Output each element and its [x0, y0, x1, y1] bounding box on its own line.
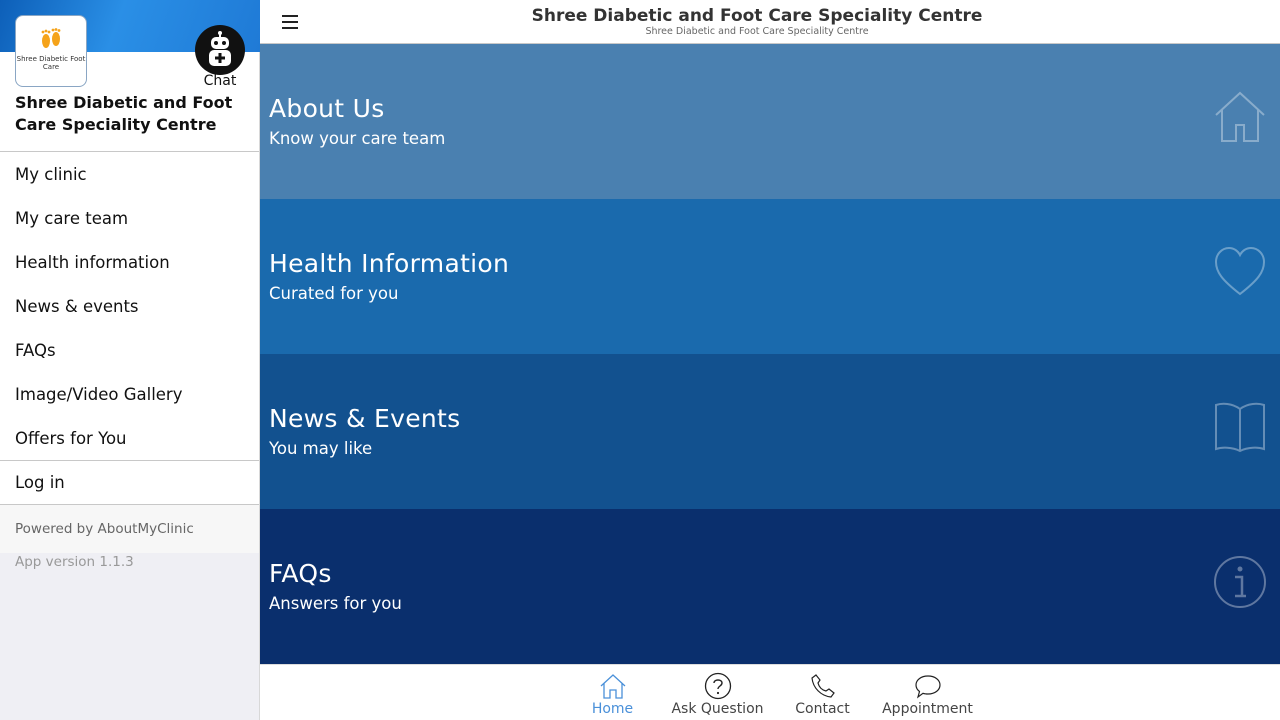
- tab-appointment[interactable]: Appointment: [875, 665, 980, 720]
- tile-subtitle: Know your care team: [269, 129, 446, 148]
- book-icon: [1215, 402, 1265, 453]
- tab-contact[interactable]: Contact: [770, 665, 875, 720]
- phone-icon: [810, 674, 835, 698]
- sidebar-item-faqs[interactable]: FAQs: [0, 328, 259, 372]
- sidebar-item-news-events[interactable]: News & events: [0, 284, 259, 328]
- tile-subtitle: Curated for you: [269, 284, 399, 303]
- tile-about-us[interactable]: About Us Know your care team: [260, 44, 1280, 199]
- tab-label: Contact: [795, 701, 850, 717]
- sidebar-item-my-care-team[interactable]: My care team: [0, 196, 259, 240]
- tile-subtitle: Answers for you: [269, 594, 402, 613]
- heart-icon: [1214, 246, 1266, 296]
- logo-text: Shree Diabetic Foot Care: [16, 54, 86, 71]
- clinic-name: Shree Diabetic and Foot Care Speciality …: [15, 93, 233, 134]
- chat-bubble-icon: [914, 675, 941, 699]
- tile-title: News & Events: [269, 404, 461, 433]
- tile-subtitle: You may like: [269, 439, 373, 458]
- app-version-text: App version 1.1.3: [15, 554, 134, 570]
- feet-icon: [38, 27, 64, 53]
- tile-faqs[interactable]: FAQs Answers for you: [260, 509, 1280, 664]
- bottom-tab-bar: Home Ask Question Contact Appointment: [260, 664, 1280, 720]
- tile-news-events[interactable]: News & Events You may like: [260, 354, 1280, 509]
- sidebar-header: Shree Diabetic Foot Care Chat Shree Diab…: [0, 0, 260, 152]
- page-title: Shree Diabetic and Foot Care Speciality …: [531, 6, 983, 26]
- tab-label: Ask Question: [671, 701, 764, 717]
- tab-home[interactable]: Home: [560, 665, 665, 720]
- tile-title: About Us: [269, 94, 385, 123]
- tab-label: Home: [591, 701, 634, 717]
- tile-health-information[interactable]: Health Information Curated for you: [260, 199, 1280, 354]
- powered-by-text: Powered by AboutMyClinic: [0, 505, 259, 553]
- robot-icon: [209, 31, 231, 66]
- home-icon: [1215, 91, 1265, 142]
- sidebar-item-my-clinic[interactable]: My clinic: [0, 152, 259, 196]
- top-header: Shree Diabetic and Foot Care Speciality …: [260, 0, 1280, 44]
- question-icon: [704, 672, 731, 700]
- tab-ask-question[interactable]: Ask Question: [665, 665, 770, 720]
- clinic-logo: Shree Diabetic Foot Care: [15, 15, 87, 87]
- sidebar-item-health-information[interactable]: Health information: [0, 240, 259, 284]
- home-icon: [600, 674, 625, 699]
- sidebar-item-offers[interactable]: Offers for You: [0, 416, 259, 460]
- tab-label: Appointment: [882, 701, 973, 717]
- sidebar-menu: My clinic My care team Health informatio…: [0, 152, 259, 460]
- sidebar-item-gallery[interactable]: Image/Video Gallery: [0, 372, 259, 416]
- chat-label[interactable]: Chat: [195, 73, 245, 89]
- side-menu: Shree Diabetic Foot Care Chat Shree Diab…: [0, 0, 260, 720]
- sidebar-item-login[interactable]: Log in: [0, 460, 259, 505]
- page-subtitle: Shree Diabetic and Foot Care Speciality …: [645, 26, 869, 37]
- tile-title: Health Information: [269, 249, 510, 278]
- tile-title: FAQs: [269, 559, 332, 588]
- info-icon: [1214, 556, 1266, 608]
- chat-button[interactable]: [195, 25, 245, 75]
